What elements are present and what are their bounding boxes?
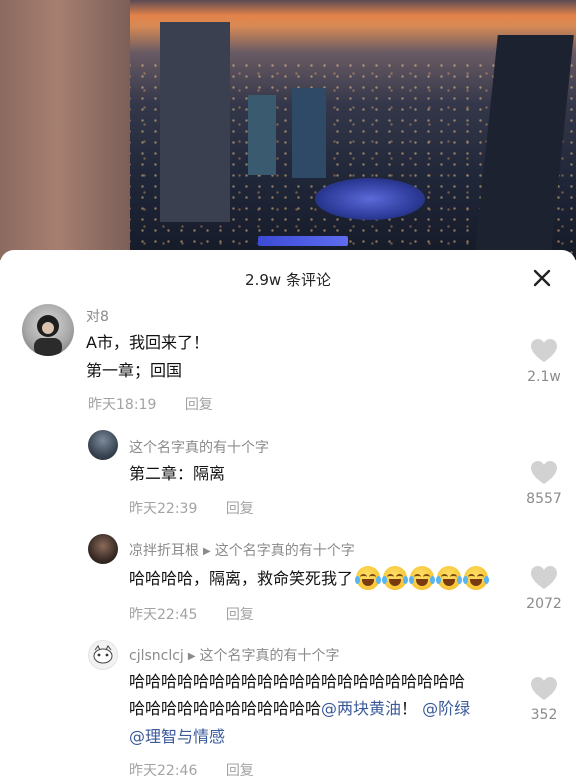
comment-text-line: 第二章：隔离	[129, 464, 226, 483]
heart-icon	[531, 339, 557, 362]
foreground-wall	[0, 0, 130, 260]
comment-text: 哈哈哈哈哈哈哈哈哈哈哈哈	[129, 699, 322, 718]
comment-text: ！	[401, 699, 418, 718]
username-line: 凉拌折耳根 ▶ 这个名字真的有十个字	[129, 540, 355, 560]
mention-link[interactable]: @理智与情感	[129, 727, 225, 746]
comment-text-line: 哈哈哈哈，隔离，救命笑死我了	[129, 565, 490, 593]
like-button[interactable]: 352	[519, 676, 569, 723]
tower-left	[160, 22, 230, 222]
avatar-image	[93, 645, 113, 664]
comment-time: 昨天22:45	[129, 607, 198, 623]
comment-text-line: 哈哈哈哈哈哈哈哈哈哈哈哈@两块黄油！ @阶绿	[129, 695, 470, 723]
stadium	[315, 178, 425, 220]
comment-time: 昨天18:19	[88, 397, 157, 413]
like-count: 352	[530, 707, 558, 723]
comment-meta: 昨天18:19 回复	[88, 394, 213, 414]
avatar[interactable]	[22, 304, 74, 356]
username[interactable]: 凉拌折耳根	[129, 543, 199, 559]
laughing-crying-emoji-icon	[409, 565, 436, 590]
comment-time: 昨天22:46	[129, 763, 198, 776]
like-button[interactable]: 2.1w	[519, 338, 569, 385]
close-button[interactable]	[530, 266, 554, 290]
username[interactable]: 这个名字真的有十个字	[129, 437, 269, 457]
comment-count-title: 2.9w 条评论	[245, 271, 331, 289]
heart-icon	[531, 566, 557, 589]
mention-link[interactable]: @两块黄油	[321, 699, 401, 718]
comment-text: 哈哈哈哈，隔离，救命笑死我了	[129, 569, 354, 588]
comment-text-line: A市，我回来了！	[86, 333, 209, 352]
tower-mid-2	[292, 88, 326, 178]
avatar[interactable]	[88, 640, 118, 670]
laughing-crying-emoji-icon	[355, 565, 382, 590]
avatar[interactable]	[88, 534, 118, 564]
reply-button[interactable]: 回复	[185, 397, 213, 413]
username[interactable]: 对8	[86, 306, 109, 326]
reply-to-username[interactable]: 这个名字真的有十个字	[200, 648, 340, 664]
heart-icon	[531, 461, 557, 484]
comment-meta: 昨天22:46 回复	[129, 760, 254, 776]
username[interactable]: cjlsnclcj	[129, 648, 184, 664]
comment-meta: 昨天22:39 回复	[129, 498, 254, 518]
comment-sheet: 2.9w 条评论 对8 A市，我回来了！ 第一章；回国 昨天18:19 回复 2…	[0, 250, 576, 776]
like-count: 2.1w	[527, 369, 561, 385]
laughing-crying-emoji-icon	[436, 565, 463, 590]
mention-link[interactable]: @阶绿	[422, 699, 470, 718]
avatar[interactable]	[88, 430, 118, 460]
video-background	[0, 0, 576, 260]
like-button[interactable]: 8557	[519, 460, 569, 507]
tower-mid-1	[248, 95, 276, 175]
reply-button[interactable]: 回复	[226, 501, 254, 517]
comment-text-line: 第一章；回国	[86, 361, 183, 380]
comment-text-line: @理智与情感	[129, 723, 225, 751]
laughing-crying-emoji-icon	[463, 565, 490, 590]
comment-text-line: 哈哈哈哈哈哈哈哈哈哈哈哈哈哈哈哈哈哈哈哈哈	[129, 672, 466, 691]
avatar-image	[34, 315, 62, 356]
like-count: 8557	[526, 491, 562, 507]
laughing-crying-emoji-icon	[382, 565, 409, 590]
comment-time: 昨天22:39	[129, 501, 198, 517]
username-line: cjlsnclcj ▶ 这个名字真的有十个字	[129, 645, 340, 665]
reply-button[interactable]: 回复	[226, 763, 254, 776]
comment-meta: 昨天22:45 回复	[129, 604, 254, 624]
close-icon	[533, 269, 551, 287]
reply-button[interactable]: 回复	[226, 607, 254, 623]
reply-arrow-icon: ▶	[203, 546, 211, 557]
like-count: 2072	[526, 596, 562, 612]
reply-to-username[interactable]: 这个名字真的有十个字	[215, 543, 355, 559]
like-button[interactable]: 2072	[519, 565, 569, 612]
heart-icon	[531, 677, 557, 700]
blue-light-strip	[258, 236, 348, 246]
reply-arrow-icon: ▶	[187, 651, 196, 662]
